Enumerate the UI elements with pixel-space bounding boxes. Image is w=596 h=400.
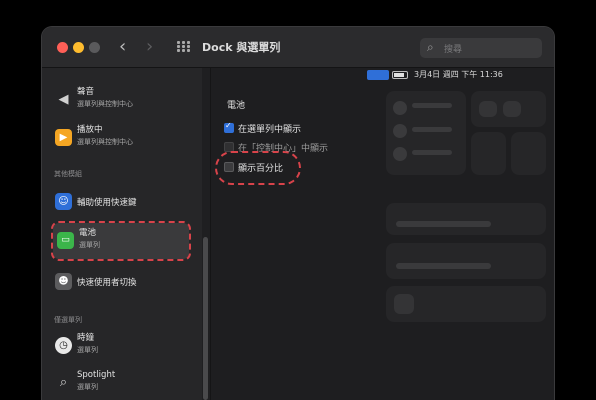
back-arrow-icon[interactable]: ‹ [119, 36, 126, 58]
sidebar-item-label: 快速使用者切換 [77, 278, 137, 288]
preview-panel [386, 203, 546, 235]
forward-arrow-icon[interactable]: › [146, 36, 153, 58]
sidebar: ◀ 聲音 選單列與控制中心 ▶ 播放中 選單列與控制中心 其他模組 ☺ 輔助使用… [42, 68, 202, 400]
sidebar-item-sub: 選單列與控制中心 [77, 138, 133, 146]
window-title: Dock 與選單列 [202, 41, 281, 54]
preview-line [412, 127, 452, 132]
sidebar-section-menubar: 僅選單列 [54, 316, 82, 324]
sidebar-item-label: 輔助使用快速鍵 [77, 198, 137, 208]
sidebar-item-sub: 選單列與控制中心 [77, 100, 133, 108]
sidebar-item-clock[interactable]: ◷ 時鐘 選單列 [51, 328, 196, 364]
preferences-window: ‹ › Dock 與選單列 ⌕ 搜尋 ◀ 聲音 選單列與控制中心 ▶ 播放中 選… [42, 27, 554, 400]
preview-blob [394, 294, 414, 314]
sidebar-section-other: 其他模組 [54, 170, 82, 178]
preview-panel [386, 91, 466, 175]
clock-icon: ◷ [55, 337, 72, 354]
play-icon: ▶ [55, 129, 72, 146]
sidebar-item-label: 時鐘 [77, 333, 95, 343]
search-placeholder: 搜尋 [444, 45, 463, 55]
sidebar-item-now-playing[interactable]: ▶ 播放中 選單列與控制中心 [51, 120, 196, 156]
sidebar-item-sound[interactable]: ◀ 聲音 選單列與控制中心 [51, 82, 196, 118]
preview-blob [479, 101, 497, 117]
show-in-menubar-label: 在選單列中顯示 [238, 125, 302, 135]
sidebar-item-accessibility-shortcut[interactable]: ☺ 輔助使用快速鍵 [51, 184, 196, 220]
menu-bar-status: 3月4日 週四 下午 11:36 [367, 69, 554, 81]
preview-panel [386, 243, 546, 279]
sidebar-item-user-switch[interactable]: ☻ 快速使用者切換 [51, 264, 196, 300]
preview-panel [511, 132, 546, 175]
show-all-grid-icon[interactable] [177, 41, 191, 53]
preview-panel [471, 132, 506, 175]
preview-line [396, 263, 491, 269]
user-switch-icon: ☻ [55, 273, 72, 290]
battery-section-title: 電池 [227, 101, 246, 111]
preview-line [412, 150, 452, 155]
selection-highlight [51, 221, 191, 261]
preview-panel [386, 286, 546, 322]
search-icon: ⌕ [427, 40, 434, 54]
preview-circle [393, 124, 407, 138]
percentage-highlight [215, 151, 301, 185]
speaker-icon: ◀ [58, 92, 69, 107]
menubar-battery-icon[interactable] [392, 71, 408, 79]
spotlight-icon: ⌕ [59, 375, 68, 390]
preview-panel [471, 91, 546, 127]
sidebar-item-label: 播放中 [77, 125, 103, 135]
sidebar-item-label: 聲音 [77, 87, 95, 97]
sidebar-item-sub: 選單列 [77, 346, 98, 354]
zoom-button[interactable] [89, 42, 100, 53]
content-pane [211, 68, 554, 400]
search-field[interactable]: ⌕ 搜尋 [420, 38, 542, 58]
sidebar-scrollbar[interactable] [203, 237, 208, 400]
preview-line [412, 103, 452, 108]
control-center-icon[interactable] [367, 70, 389, 80]
show-in-menubar-checkbox[interactable] [224, 121, 234, 133]
sidebar-item-spotlight[interactable]: ⌕ Spotlight 選單列 [51, 365, 196, 400]
preview-blob [503, 101, 521, 117]
preview-circle [393, 101, 407, 115]
accessibility-icon: ☺ [55, 193, 72, 210]
sidebar-item-label: Spotlight [77, 370, 116, 380]
preview-line [396, 221, 491, 227]
sidebar-item-sub: 選單列 [77, 383, 98, 391]
preview-circle [393, 147, 407, 161]
title-bar: ‹ › Dock 與選單列 ⌕ 搜尋 [42, 27, 554, 68]
minimize-button[interactable] [73, 42, 84, 53]
close-button[interactable] [57, 42, 68, 53]
menubar-datetime[interactable]: 3月4日 週四 下午 11:36 [414, 69, 503, 80]
